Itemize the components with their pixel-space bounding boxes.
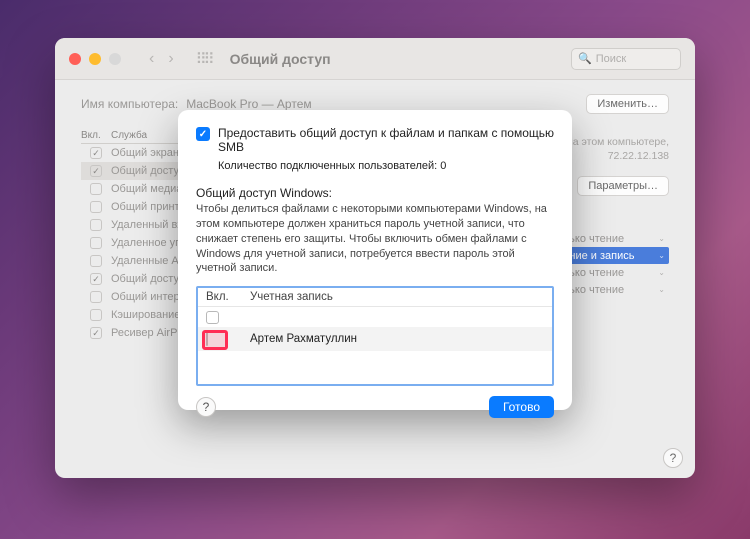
acct-col-name: Учетная запись <box>250 291 544 303</box>
account-name: Артем Рахматуллин <box>250 333 544 345</box>
acct-col-on: Вкл. <box>206 291 250 303</box>
smb-checkbox[interactable] <box>196 127 210 141</box>
accounts-table: Вкл. Учетная запись Артем Рахматуллин <box>196 286 554 386</box>
windows-share-desc: Чтобы делиться файлами с некоторыми комп… <box>196 202 554 276</box>
smb-options-sheet: Предоставить общий доступ к файлам и пап… <box>178 110 572 410</box>
highlight-box <box>202 330 228 350</box>
connected-users: Количество подключенных пользователей: 0 <box>218 160 554 172</box>
account-row[interactable]: Артем Рахматуллин <box>198 327 552 351</box>
smb-label: Предоставить общий доступ к файлам и пап… <box>218 126 554 154</box>
acct-checkbox-placeholder[interactable] <box>206 311 219 324</box>
windows-share-title: Общий доступ Windows: <box>196 186 554 200</box>
sheet-help-button[interactable]: ? <box>196 397 216 417</box>
acct-checkbox-highlight <box>206 333 208 345</box>
acct-placeholder-row <box>198 307 552 327</box>
done-button[interactable]: Готово <box>489 396 554 418</box>
